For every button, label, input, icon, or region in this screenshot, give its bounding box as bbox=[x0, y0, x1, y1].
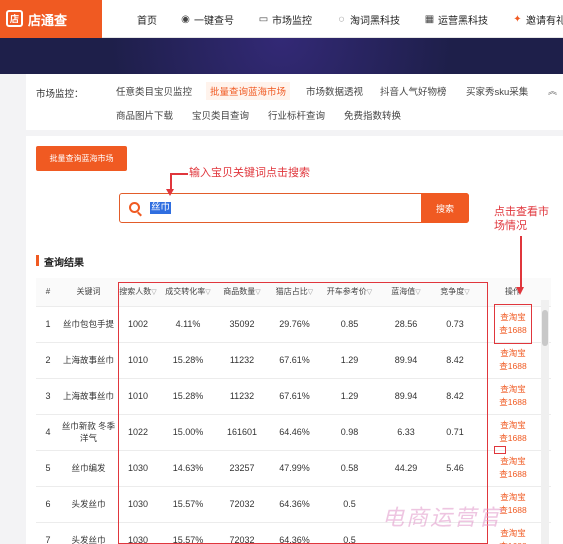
cell-index: 4 bbox=[36, 414, 60, 451]
chevron-up-icon[interactable]: ︽ bbox=[548, 84, 557, 97]
nav-operation-tech[interactable]: ▦ 运营黑科技 bbox=[424, 12, 488, 27]
nav-market-monitor-label: 市场监控 bbox=[272, 16, 312, 27]
brand-logo-mark: 店 bbox=[6, 10, 23, 27]
batch-query-button[interactable]: 批量查询蓝海市场 bbox=[36, 146, 127, 171]
top-nav: 店 店通查 首页 ◉ 一键查号 ▭ 市场监控 ◌ 淘词黑科技 ▦ 运营黑科技 ✦… bbox=[0, 0, 563, 38]
nav-operation-tech-label: 运营黑科技 bbox=[438, 16, 488, 27]
cell-index: 5 bbox=[36, 450, 60, 487]
cell-index: 2 bbox=[36, 342, 60, 379]
annotation-arrow-line bbox=[520, 236, 522, 288]
cell-index: 7 bbox=[36, 522, 60, 544]
chat-icon: ◌ bbox=[338, 14, 345, 25]
subnav-item-market-pivot[interactable]: 市场数据透视 bbox=[306, 84, 363, 98]
nav-one-key-check[interactable]: ◉ 一键查号 bbox=[180, 12, 234, 27]
subnav-panel: 市场监控： 任意类目宝贝监控 批量查询蓝海市场 市场数据透视 抖音人气好物榜 买… bbox=[26, 74, 563, 130]
cell-index: 3 bbox=[36, 378, 60, 415]
watermark-text: 电商运营官 bbox=[382, 506, 503, 531]
scrollbar-thumb[interactable] bbox=[542, 310, 548, 346]
search-input[interactable]: 丝巾 bbox=[150, 202, 172, 214]
brand-name: 店通查 bbox=[28, 12, 68, 28]
cell-keyword: 丝巾编发 bbox=[60, 450, 117, 487]
subnav-item-category-lookup[interactable]: 宝贝类目查询 bbox=[192, 108, 249, 122]
col-header-keyword: 关键词 bbox=[60, 278, 117, 307]
subnav-item-douyin-ranking[interactable]: 抖音人气好物榜 bbox=[380, 84, 447, 98]
subnav-label: 市场监控： bbox=[36, 89, 84, 100]
cell-keyword: 上海故事丝巾 bbox=[60, 378, 117, 415]
cell-index: 1 bbox=[36, 306, 60, 343]
cell-keyword: 上海故事丝巾 bbox=[60, 342, 117, 379]
annotation-search-hint: 输入宝贝关键词点击搜索 bbox=[189, 167, 310, 179]
cell-index: 6 bbox=[36, 486, 60, 523]
subnav-item-buyer-show-sku[interactable]: 买家秀sku采集 bbox=[466, 84, 528, 98]
search-button[interactable]: 搜索 bbox=[421, 193, 469, 223]
nav-keyword-tech-label: 淘词黑科技 bbox=[350, 16, 400, 27]
cell-keyword: 头发丝巾 bbox=[60, 522, 117, 544]
annotation-arrow-head bbox=[516, 287, 524, 295]
annotation-market-hint: 点击查看市 场情况 bbox=[494, 205, 549, 233]
subnav-item-batch-blue-ocean[interactable]: 批量查询蓝海市场 bbox=[206, 82, 291, 100]
annotation-action-box bbox=[494, 304, 532, 344]
subnav-item-image-download[interactable]: 商品图片下载 bbox=[116, 108, 173, 122]
hero-banner bbox=[0, 38, 563, 74]
eye-icon: ◉ bbox=[181, 14, 190, 25]
subnav-item-index-convert[interactable]: 免费指数转换 bbox=[344, 108, 401, 122]
annotation-small-box bbox=[494, 446, 506, 454]
nav-home-label: 首页 bbox=[137, 16, 157, 27]
cell-keyword: 丝巾新款 冬季洋气 bbox=[60, 414, 117, 451]
nav-invite-gift-label: 邀请有礼 bbox=[526, 16, 563, 27]
grid-icon: ▦ bbox=[424, 14, 435, 25]
annotation-arrow-head bbox=[166, 189, 174, 196]
nav-invite-gift[interactable]: ✦ 邀请有礼 bbox=[512, 12, 563, 27]
nav-keyword-tech[interactable]: ◌ 淘词黑科技 bbox=[336, 12, 400, 27]
nav-home[interactable]: 首页 bbox=[137, 12, 157, 27]
search-box[interactable]: 丝巾 搜索 bbox=[119, 193, 469, 223]
gift-icon: ✦ bbox=[513, 14, 522, 25]
annotation-market-hint-line2: 场情况 bbox=[494, 220, 527, 232]
annotation-arrow-line bbox=[170, 173, 188, 175]
nav-one-key-check-label: 一键查号 bbox=[194, 16, 234, 27]
subnav-item-benchmark[interactable]: 行业标杆查询 bbox=[268, 108, 325, 122]
annotation-market-hint-line1: 点击查看市 bbox=[494, 206, 549, 218]
brand-logo[interactable]: 店 店通查 bbox=[0, 0, 102, 38]
results-title: 查询结果 bbox=[36, 254, 84, 269]
monitor-icon: ▭ bbox=[258, 14, 269, 25]
subnav-item-category-monitor[interactable]: 任意类目宝贝监控 bbox=[116, 84, 192, 98]
cell-keyword: 头发丝巾 bbox=[60, 486, 117, 523]
search-icon bbox=[129, 202, 140, 213]
cell-keyword: 丝巾包包手提 bbox=[60, 306, 117, 343]
nav-market-monitor[interactable]: ▭ 市场监控 bbox=[258, 12, 312, 27]
col-header-index: # bbox=[36, 278, 60, 307]
table-scrollbar[interactable] bbox=[541, 300, 549, 544]
